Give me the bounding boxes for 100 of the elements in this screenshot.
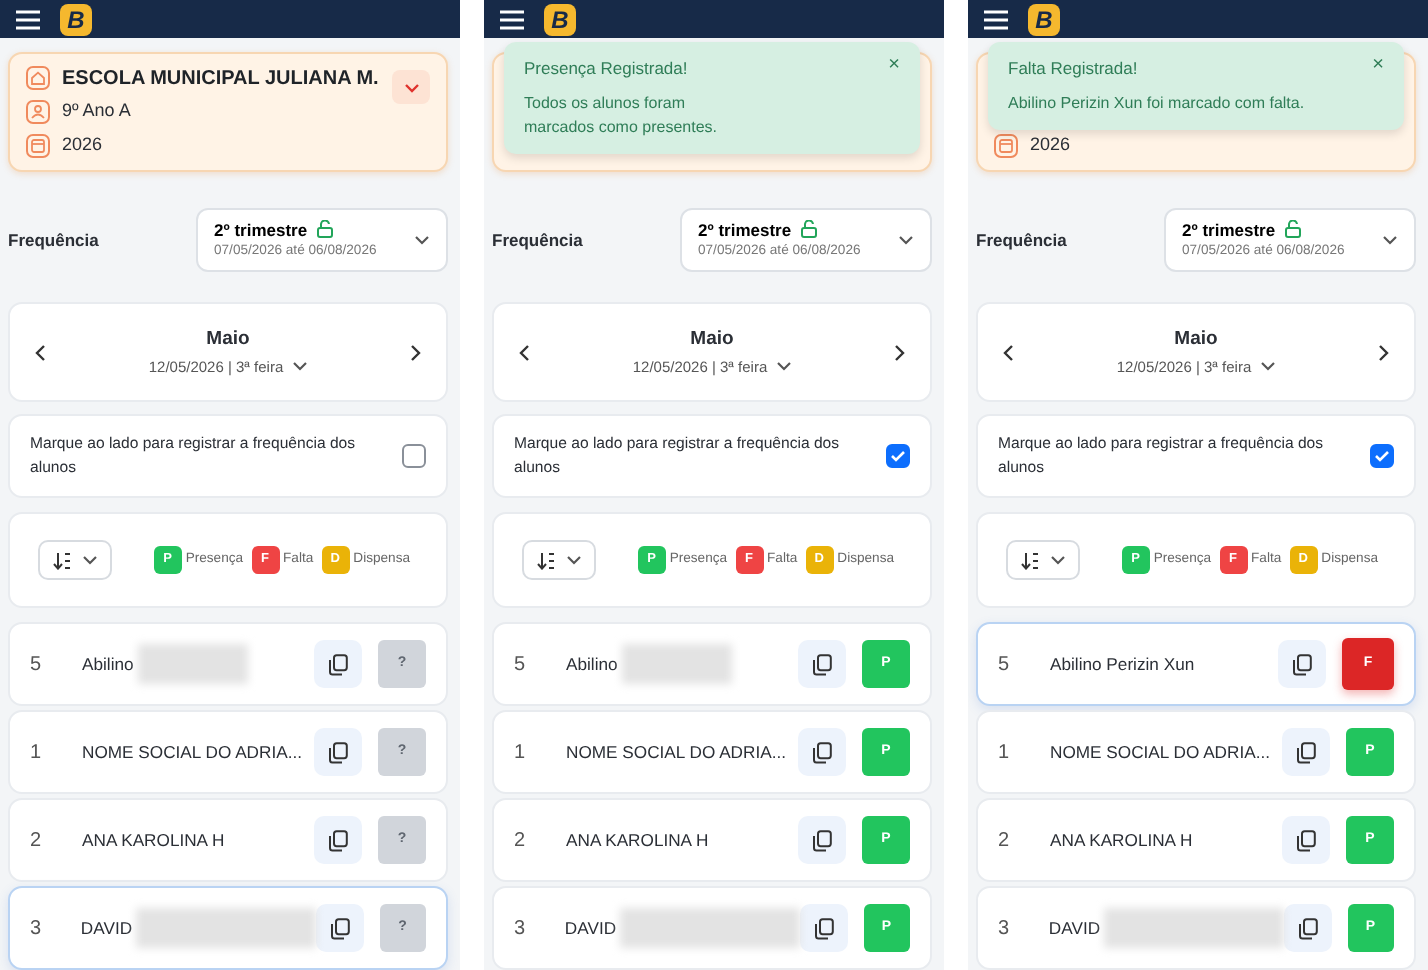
student-name: Abilino Perizin Xun bbox=[1050, 651, 1195, 677]
frequency-label: Frequência bbox=[492, 227, 583, 253]
toast-message: Todos os alunos foram marcados como presentes. bbox=[524, 91, 719, 140]
student-number: 3 bbox=[514, 915, 528, 943]
copy-button[interactable] bbox=[798, 816, 846, 864]
checkbox[interactable] bbox=[402, 444, 426, 468]
copy-icon bbox=[812, 741, 832, 763]
student-number: 5 bbox=[30, 651, 44, 679]
checkbox[interactable] bbox=[1370, 444, 1394, 468]
period-name: 2º trimestre bbox=[698, 217, 792, 243]
copy-button[interactable] bbox=[798, 728, 846, 776]
student-name: Abilino bbox=[566, 651, 618, 677]
chevron-icon bbox=[1382, 234, 1398, 246]
logo[interactable]: B bbox=[1028, 3, 1060, 35]
menu-icon[interactable] bbox=[984, 9, 1008, 29]
student-number: 3 bbox=[30, 915, 44, 943]
chevron-icon bbox=[898, 234, 914, 246]
copy-icon bbox=[812, 653, 832, 675]
student-name: ANA KAROLINA H bbox=[82, 827, 225, 853]
previous-icon[interactable] bbox=[518, 343, 530, 361]
sort-icon bbox=[1020, 551, 1040, 569]
student-number: 2 bbox=[30, 827, 44, 855]
student-name: DAVID bbox=[80, 915, 133, 941]
copy-button[interactable] bbox=[800, 904, 848, 952]
student-number: 2 bbox=[514, 827, 528, 855]
expand-button[interactable] bbox=[392, 70, 430, 104]
copy-button[interactable] bbox=[314, 640, 362, 688]
copy-button[interactable] bbox=[314, 816, 362, 864]
checkbox[interactable] bbox=[886, 444, 910, 468]
copy-button[interactable] bbox=[1284, 904, 1332, 952]
chevron-icon[interactable] bbox=[291, 360, 308, 373]
chevron-icon bbox=[1050, 554, 1066, 566]
chevron-icon bbox=[403, 81, 419, 93]
close-button[interactable]: × bbox=[1372, 56, 1384, 76]
next-icon[interactable] bbox=[1378, 343, 1390, 361]
period-name: 2º trimestre bbox=[214, 217, 308, 243]
copy-icon bbox=[329, 917, 350, 939]
chevron-icon[interactable] bbox=[1259, 360, 1276, 373]
student-number: 1 bbox=[514, 739, 528, 767]
student-number: 1 bbox=[998, 739, 1012, 767]
month-name: Maio bbox=[1172, 326, 1220, 355]
toast-message: Abilino Perizin Xun foi marcado com falta. bbox=[1008, 91, 1307, 116]
copy-button[interactable] bbox=[1282, 728, 1330, 776]
sort-button[interactable] bbox=[38, 540, 112, 580]
year-label: 2026 bbox=[62, 131, 103, 158]
chevron-icon[interactable] bbox=[775, 360, 792, 373]
copy-icon bbox=[328, 829, 348, 851]
student-name: DAVID bbox=[564, 915, 617, 941]
student-name: Abilino bbox=[82, 651, 134, 677]
toast-title: Falta Registrada! bbox=[1008, 56, 1140, 82]
copy-icon bbox=[1296, 829, 1316, 851]
sort-icon bbox=[52, 551, 72, 569]
copy-icon bbox=[1292, 653, 1312, 675]
copy-icon bbox=[1296, 741, 1316, 763]
student-name: DAVID bbox=[1048, 915, 1101, 941]
copy-icon bbox=[813, 917, 834, 939]
check-icon bbox=[890, 450, 906, 462]
logo[interactable]: B bbox=[60, 3, 92, 35]
copy-button[interactable] bbox=[1282, 816, 1330, 864]
copy-button[interactable] bbox=[1278, 640, 1326, 688]
student-number: 2 bbox=[998, 827, 1012, 855]
student-name: ANA KAROLINA H bbox=[566, 827, 709, 853]
menu-icon[interactable] bbox=[16, 9, 40, 29]
menu-icon[interactable] bbox=[500, 9, 524, 29]
copy-button[interactable] bbox=[798, 640, 846, 688]
copy-button[interactable] bbox=[314, 728, 362, 776]
close-button[interactable]: × bbox=[888, 56, 900, 76]
logo[interactable]: B bbox=[544, 3, 576, 35]
previous-icon[interactable] bbox=[34, 343, 46, 361]
copy-icon bbox=[1297, 917, 1318, 939]
sort-button[interactable] bbox=[1006, 540, 1080, 580]
copy-icon bbox=[328, 741, 348, 763]
school-name: ESCOLA MUNICIPAL JULIANA M. bbox=[62, 65, 379, 94]
frequency-label: Frequência bbox=[8, 227, 99, 253]
next-icon[interactable] bbox=[410, 343, 422, 361]
student-name: NOME SOCIAL DO ADRIA... bbox=[566, 739, 786, 765]
people-icon bbox=[26, 99, 50, 124]
copy-icon bbox=[328, 653, 348, 675]
student-name: NOME SOCIAL DO ADRIA... bbox=[82, 739, 302, 765]
class-name: 9º Ano A bbox=[62, 98, 131, 125]
student-name: NOME SOCIAL DO ADRIA... bbox=[1050, 739, 1270, 765]
chevron-icon bbox=[82, 554, 98, 566]
period-name: 2º trimestre bbox=[1182, 217, 1276, 243]
chevron-icon bbox=[566, 554, 582, 566]
toast-title: Presença Registrada! bbox=[524, 56, 690, 82]
copy-button[interactable] bbox=[316, 904, 364, 952]
year-label: 2026 bbox=[1030, 131, 1071, 158]
student-number: 5 bbox=[998, 651, 1012, 679]
sort-icon bbox=[536, 551, 556, 569]
month-name: Maio bbox=[204, 326, 252, 355]
frequency-label: Frequência bbox=[976, 227, 1067, 253]
copy-icon bbox=[812, 829, 832, 851]
previous-icon[interactable] bbox=[1002, 343, 1014, 361]
next-icon[interactable] bbox=[894, 343, 906, 361]
student-number: 3 bbox=[998, 915, 1012, 943]
student-number: 1 bbox=[30, 739, 44, 767]
sort-button[interactable] bbox=[522, 540, 596, 580]
calendar-icon bbox=[26, 133, 50, 158]
school-icon bbox=[26, 66, 50, 91]
chevron-icon bbox=[414, 234, 430, 246]
